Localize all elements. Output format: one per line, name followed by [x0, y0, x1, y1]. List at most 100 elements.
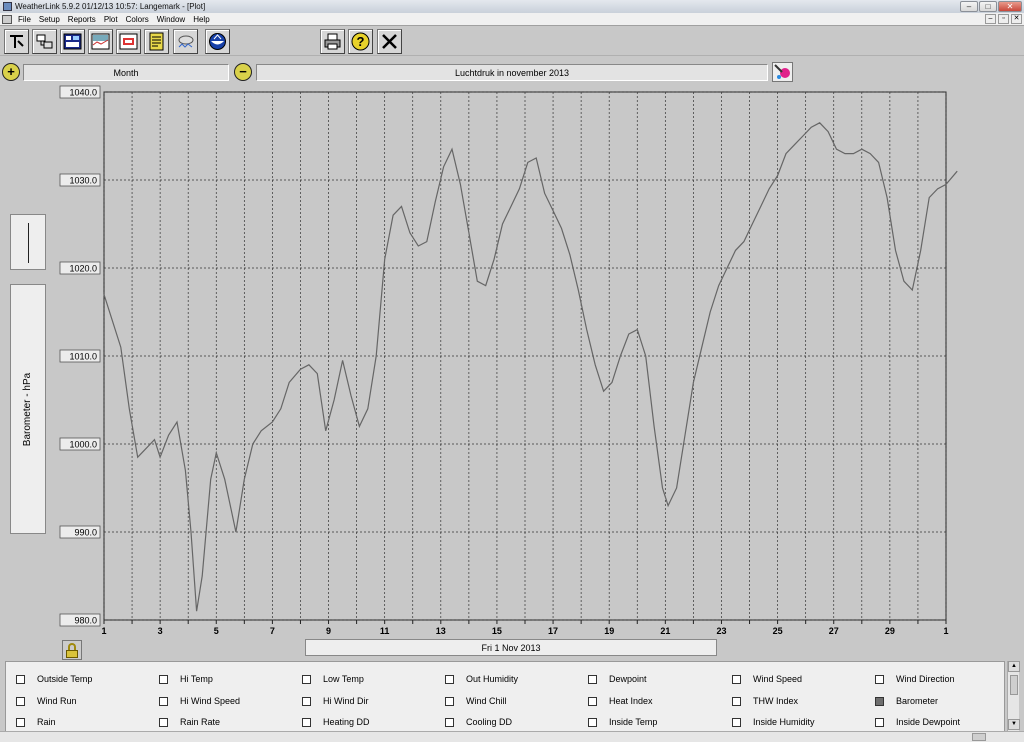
- horizontal-scrollbar[interactable]: [0, 731, 1024, 742]
- channel-cooling-dd[interactable]: Cooling DD: [445, 717, 512, 727]
- checkbox[interactable]: [445, 674, 454, 684]
- checkbox[interactable]: [445, 717, 454, 727]
- checkbox[interactable]: [159, 674, 168, 684]
- connect-tool-button[interactable]: [4, 29, 29, 54]
- checkbox[interactable]: [302, 674, 311, 684]
- checkbox[interactable]: [159, 696, 168, 706]
- download-tool-button[interactable]: [32, 29, 57, 54]
- minimize-button[interactable]: –: [960, 1, 978, 12]
- xtick-label: 1: [101, 626, 106, 636]
- question-icon: ?: [351, 32, 370, 51]
- noaa-tool-button[interactable]: [205, 29, 230, 54]
- zoom-out-button[interactable]: −: [234, 63, 252, 81]
- ytick-label: 1020.0: [69, 264, 97, 274]
- menu-plot[interactable]: Plot: [104, 15, 118, 24]
- window-title: WeatherLink 5.9.2 01/12/13 10:57: Langem…: [15, 2, 206, 11]
- channel-wind-direction[interactable]: Wind Direction: [875, 674, 955, 684]
- plot-controls: + Month − Luchtdruk in november 2013: [0, 60, 1024, 84]
- period-selector[interactable]: Month: [23, 64, 229, 81]
- checkbox[interactable]: [302, 717, 311, 727]
- channel-hi-wind-speed[interactable]: Hi Wind Speed: [159, 696, 240, 706]
- checkbox[interactable]: [16, 696, 25, 706]
- channel-wind-run[interactable]: Wind Run: [16, 696, 77, 706]
- checkbox[interactable]: [16, 674, 25, 684]
- menu-file[interactable]: File: [18, 15, 31, 24]
- channel-inside-humidity[interactable]: Inside Humidity: [732, 717, 815, 727]
- channel-label: Inside Temp: [609, 717, 658, 727]
- ytick-label: 990.0: [74, 528, 97, 538]
- plot-title-field[interactable]: Luchtdruk in november 2013: [256, 64, 768, 81]
- app-icon: [3, 2, 12, 11]
- bulletin-tool-button[interactable]: [60, 29, 85, 54]
- channel-dewpoint[interactable]: Dewpoint: [588, 674, 647, 684]
- hscroll-thumb[interactable]: [972, 733, 986, 741]
- channel-low-temp[interactable]: Low Temp: [302, 674, 364, 684]
- checkbox[interactable]: [16, 717, 25, 727]
- checkbox[interactable]: [588, 696, 597, 706]
- help-tool-button[interactable]: ?: [348, 29, 373, 54]
- close-tool-button[interactable]: [377, 29, 402, 54]
- channel-inside-dewpoint[interactable]: Inside Dewpoint: [875, 717, 960, 727]
- menu-help[interactable]: Help: [193, 15, 209, 24]
- checkbox[interactable]: [875, 717, 884, 727]
- checkbox[interactable]: [875, 696, 884, 706]
- noaa-icon: [209, 33, 226, 50]
- color-palette-button[interactable]: [772, 62, 793, 82]
- channel-label: Heating DD: [323, 717, 370, 727]
- date-field[interactable]: Fri 1 Nov 2013: [305, 639, 717, 656]
- channel-inside-temp[interactable]: Inside Temp: [588, 717, 657, 727]
- channel-wind-speed[interactable]: Wind Speed: [732, 674, 802, 684]
- checkbox[interactable]: [445, 696, 454, 706]
- barometer-chart[interactable]: 980.0 990.0 1000.0 1010.0 1020.0 1030.0 1040.0…: [0, 84, 1024, 640]
- scroll-down-icon[interactable]: ▼: [1008, 719, 1020, 730]
- plot-tool-button[interactable]: [116, 29, 141, 54]
- document-icon[interactable]: [2, 14, 12, 24]
- checkbox[interactable]: [159, 717, 168, 727]
- checkbox[interactable]: [732, 696, 741, 706]
- checkbox[interactable]: [875, 674, 884, 684]
- channel-heat-index[interactable]: Heat Index: [588, 696, 653, 706]
- scroll-thumb[interactable]: [1010, 675, 1018, 695]
- close-button[interactable]: ✕: [998, 1, 1022, 12]
- x-tick-labels: 1 3 5 7 9 11 13 15 17 19 21 23 25 27 29 1: [101, 626, 948, 636]
- strip-charts-tool-button[interactable]: [173, 29, 198, 54]
- y-tick-labels: 980.0 990.0 1000.0 1010.0 1020.0 1030.0 1040.0: [59, 85, 101, 627]
- menu-window[interactable]: Window: [157, 15, 185, 24]
- channel-out-humidity[interactable]: Out Humidity: [445, 674, 518, 684]
- plot-icon: [119, 33, 138, 50]
- mdi-minimize-button[interactable]: –: [985, 14, 996, 24]
- channel-label: Rain: [37, 717, 56, 727]
- xtick-label: 29: [885, 626, 895, 636]
- checkbox[interactable]: [588, 717, 597, 727]
- checkbox[interactable]: [588, 674, 597, 684]
- checkbox[interactable]: [732, 674, 741, 684]
- mdi-close-button[interactable]: ✕: [1011, 14, 1022, 24]
- ytick-label: 980.0: [74, 616, 97, 626]
- print-tool-button[interactable]: [320, 29, 345, 54]
- bulletin-icon: [63, 33, 82, 50]
- toolbar: ?: [0, 27, 1024, 56]
- menu-colors[interactable]: Colors: [126, 15, 149, 24]
- checkbox[interactable]: [732, 717, 741, 727]
- channel-rain[interactable]: Rain: [16, 717, 56, 727]
- channel-outside-temp[interactable]: Outside Temp: [16, 674, 92, 684]
- summary-tool-button[interactable]: [88, 29, 113, 54]
- menu-setup[interactable]: Setup: [39, 15, 60, 24]
- browse-tool-button[interactable]: [144, 29, 169, 54]
- mdi-restore-button[interactable]: ▫: [998, 14, 1009, 24]
- channel-wind-chill[interactable]: Wind Chill: [445, 696, 507, 706]
- channel-hi-temp[interactable]: Hi Temp: [159, 674, 213, 684]
- channel-heating-dd[interactable]: Heating DD: [302, 717, 370, 727]
- channel-label: Wind Speed: [753, 674, 803, 684]
- channel-rain-rate[interactable]: Rain Rate: [159, 717, 220, 727]
- scroll-up-icon[interactable]: ▲: [1008, 661, 1020, 672]
- checkbox[interactable]: [302, 696, 311, 706]
- channel-thw-index[interactable]: THW Index: [732, 696, 798, 706]
- menu-reports[interactable]: Reports: [68, 15, 96, 24]
- zoom-in-button[interactable]: +: [2, 63, 20, 81]
- lock-button[interactable]: [62, 640, 82, 660]
- channel-barometer[interactable]: Barometer: [875, 696, 938, 706]
- channel-scrollbar[interactable]: ▲ ▼: [1007, 661, 1020, 731]
- channel-hi-wind-dir[interactable]: Hi Wind Dir: [302, 696, 369, 706]
- maximize-button[interactable]: □: [979, 1, 997, 12]
